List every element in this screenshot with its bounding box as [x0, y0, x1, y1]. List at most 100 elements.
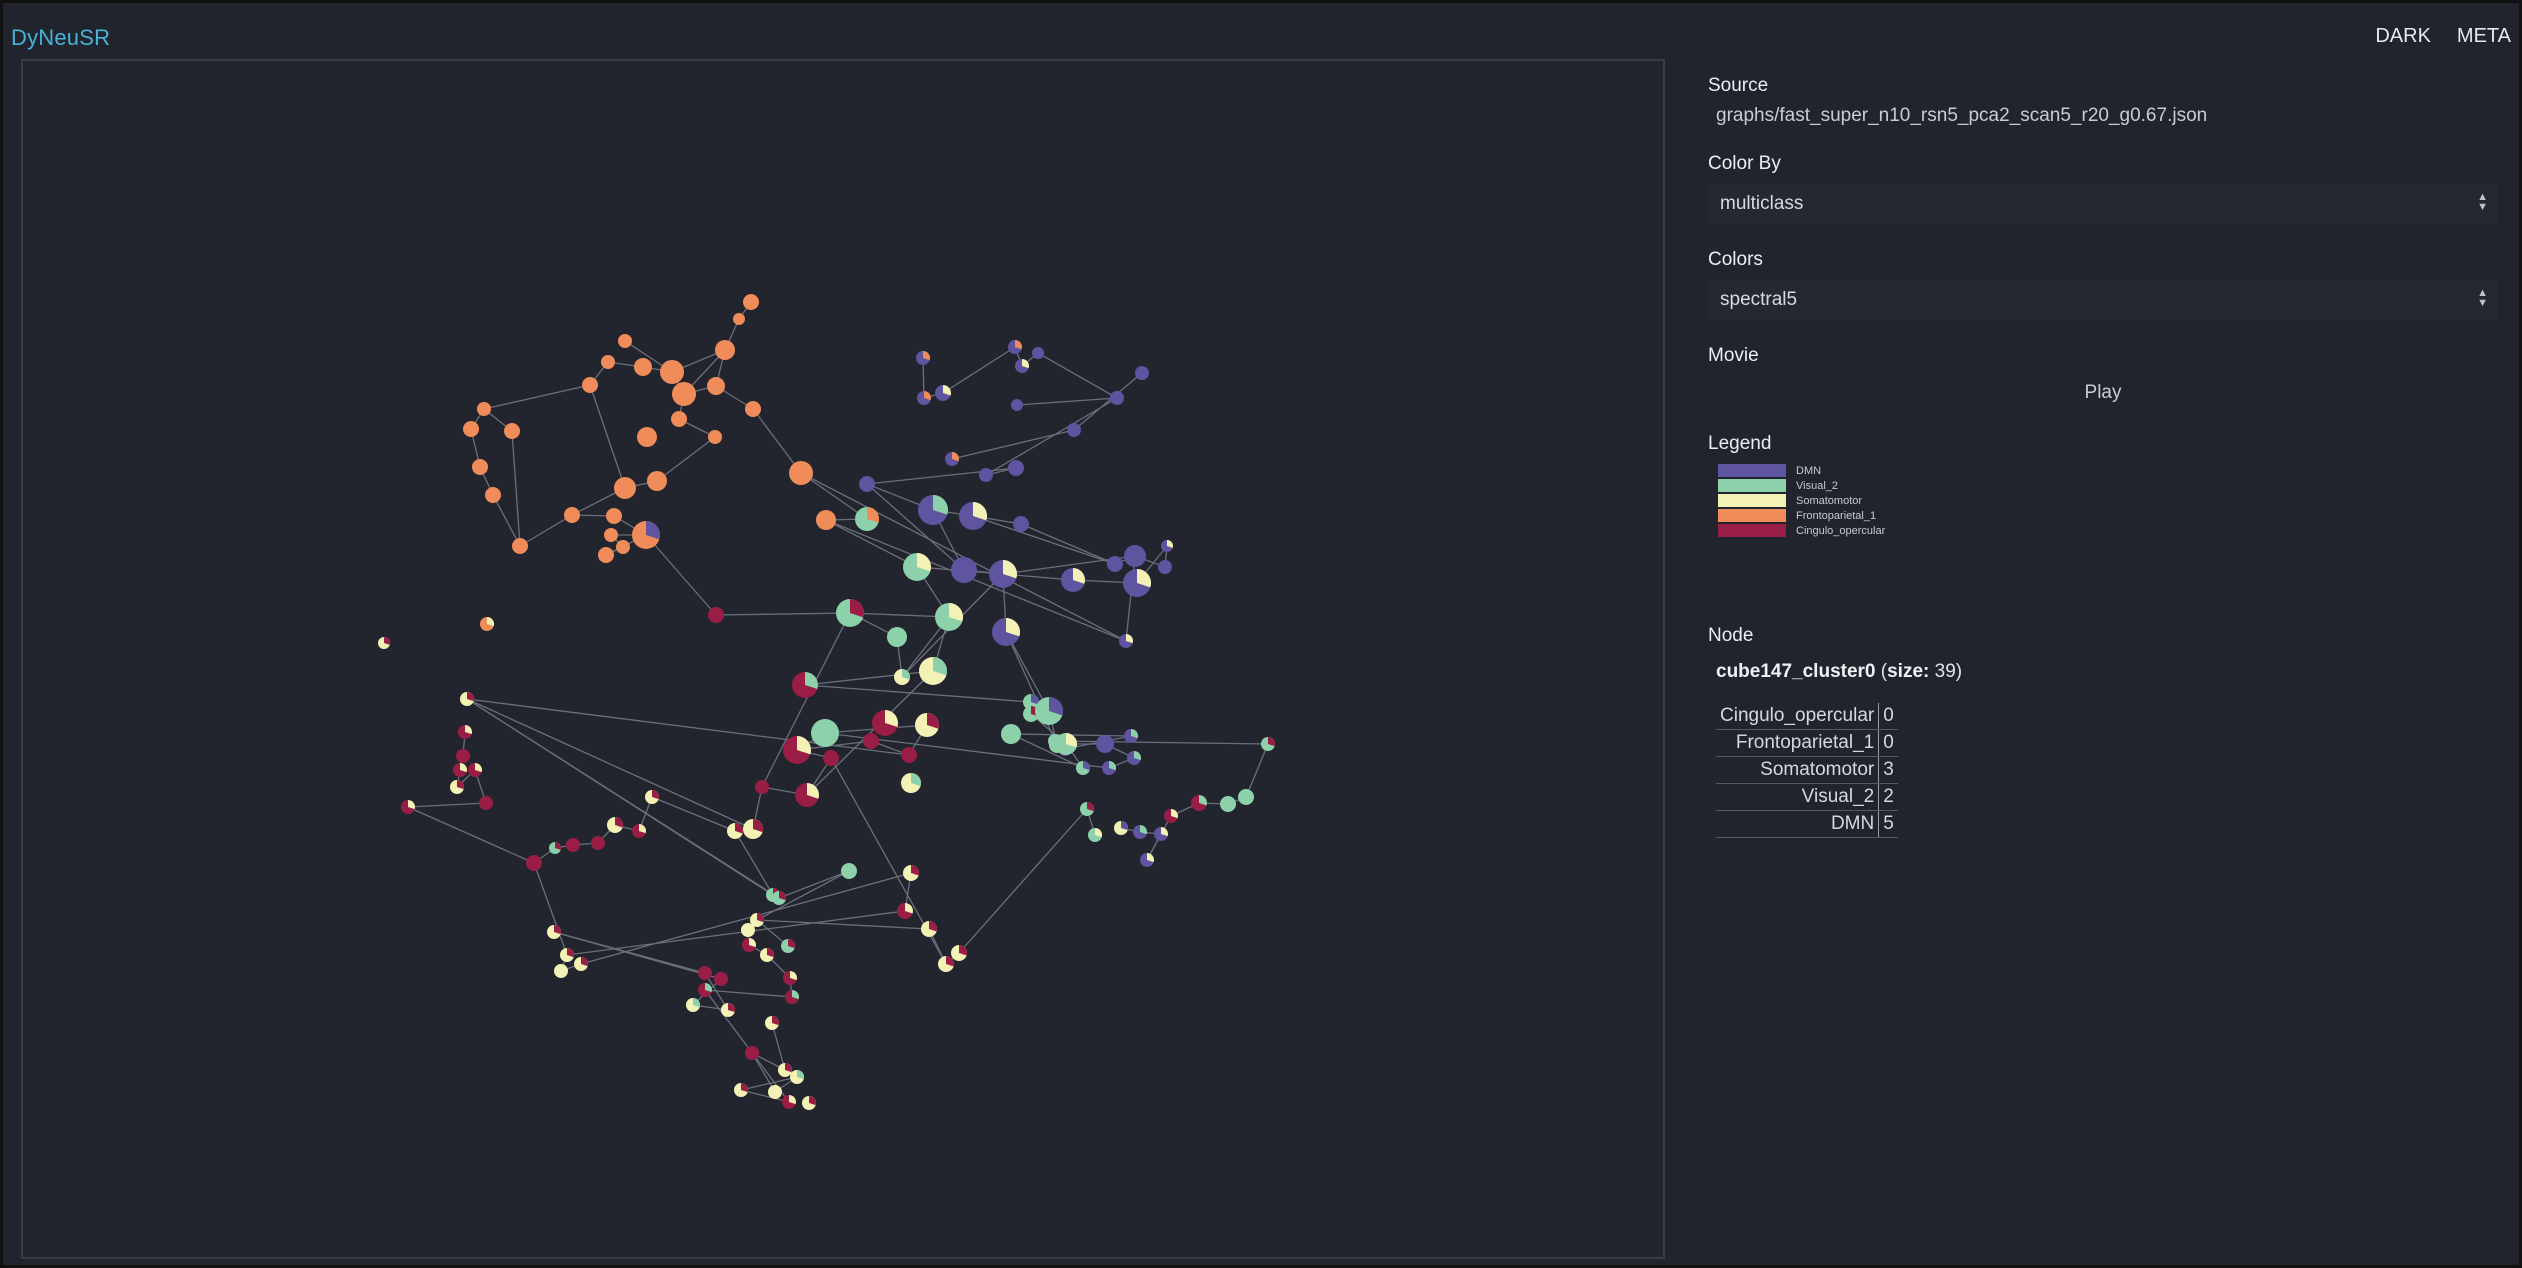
graph-node-circle[interactable]	[951, 557, 977, 583]
graph-node-circle[interactable]	[1032, 347, 1044, 359]
graph-node[interactable]	[645, 790, 660, 804]
graph-node[interactable]	[607, 817, 623, 833]
graph-node-circle[interactable]	[708, 430, 722, 444]
graph-node[interactable]	[894, 669, 910, 685]
graph-node[interactable]	[782, 1095, 796, 1109]
graph-node[interactable]	[727, 823, 743, 839]
graph-node-circle[interactable]	[741, 923, 755, 937]
graph-node[interactable]	[1158, 560, 1172, 574]
graph-node-circle[interactable]	[1013, 516, 1029, 532]
graph-node[interactable]	[582, 377, 598, 393]
graph-node[interactable]	[1220, 796, 1236, 812]
color-by-select[interactable]: multiclass ▲ ▼	[1708, 183, 2498, 225]
graph-node[interactable]	[768, 1085, 782, 1099]
graph-node[interactable]	[855, 507, 879, 531]
graph-node-circle[interactable]	[733, 313, 745, 325]
graph-node[interactable]	[456, 749, 470, 763]
graph-node[interactable]	[811, 719, 839, 747]
graph-node[interactable]	[1140, 853, 1154, 867]
graph-node-circle[interactable]	[859, 476, 875, 492]
graph-node[interactable]	[480, 617, 494, 631]
graph-node-circle[interactable]	[768, 1085, 782, 1099]
graph-node[interactable]	[733, 313, 745, 325]
graph-node[interactable]	[915, 713, 939, 737]
graph-node-circle[interactable]	[1096, 735, 1114, 753]
graph-node-circle[interactable]	[1067, 423, 1081, 437]
dark-mode-button[interactable]: DARK	[2375, 25, 2431, 48]
graph-node[interactable]	[637, 427, 657, 447]
graph-node[interactable]	[686, 997, 700, 1012]
graph-node[interactable]	[783, 971, 798, 985]
graph-node[interactable]	[916, 351, 931, 365]
graph-node[interactable]	[566, 838, 580, 852]
graph-node[interactable]	[935, 385, 951, 401]
graph-node[interactable]	[901, 747, 917, 763]
graph-node[interactable]	[1061, 568, 1085, 592]
graph-node[interactable]	[708, 607, 724, 623]
graph-node-circle[interactable]	[504, 423, 520, 439]
graph-node-circle[interactable]	[708, 607, 724, 623]
graph-node[interactable]	[698, 966, 712, 980]
graph-node[interactable]	[1161, 540, 1173, 552]
graph-node[interactable]	[783, 736, 812, 764]
graph-node[interactable]	[1080, 802, 1094, 816]
graph-node[interactable]	[463, 421, 479, 437]
graph-node-circle[interactable]	[485, 487, 501, 503]
graph-node[interactable]	[1107, 556, 1123, 572]
graph-node-circle[interactable]	[698, 966, 712, 980]
graph-node[interactable]	[841, 863, 857, 879]
graph-node-circle[interactable]	[1238, 789, 1254, 805]
graph-node[interactable]	[1076, 761, 1090, 775]
graph-node[interactable]	[707, 377, 725, 395]
graph-node[interactable]	[1008, 340, 1022, 354]
graph-node[interactable]	[802, 1096, 817, 1110]
graph-node-circle[interactable]	[554, 964, 568, 978]
graph-node-circle[interactable]	[601, 355, 615, 369]
graph-node-circle[interactable]	[566, 838, 580, 852]
graph-node[interactable]	[863, 733, 879, 749]
graph-node-circle[interactable]	[660, 360, 684, 384]
graph-node-circle[interactable]	[526, 855, 542, 871]
graph-node[interactable]	[616, 540, 630, 554]
graph-node-circle[interactable]	[1008, 460, 1024, 476]
graph-node[interactable]	[485, 487, 501, 503]
graph-node[interactable]	[921, 921, 937, 937]
graph-node[interactable]	[765, 1016, 780, 1030]
graph-node[interactable]	[1088, 828, 1102, 842]
graph-node[interactable]	[743, 294, 759, 310]
graph-node[interactable]	[823, 750, 839, 766]
graph-node[interactable]	[938, 956, 954, 972]
graph-node[interactable]	[772, 891, 787, 905]
graph-node[interactable]	[549, 842, 561, 854]
graph-node[interactable]	[591, 836, 605, 850]
graph-node[interactable]	[504, 423, 520, 439]
graph-node[interactable]	[453, 763, 467, 777]
graph-node-circle[interactable]	[1107, 556, 1123, 572]
colors-select[interactable]: spectral5 ▲ ▼	[1708, 279, 2498, 321]
graph-node-circle[interactable]	[1048, 734, 1062, 748]
graph-node[interactable]	[378, 637, 390, 649]
graph-node-circle[interactable]	[606, 508, 622, 524]
graph-node-circle[interactable]	[863, 733, 879, 749]
graph-node[interactable]	[836, 599, 865, 627]
network-graph[interactable]	[23, 61, 1667, 1261]
graph-node[interactable]	[897, 903, 913, 919]
graph-node-circle[interactable]	[604, 528, 618, 542]
graph-node[interactable]	[632, 824, 647, 838]
graph-node[interactable]	[479, 796, 493, 810]
graph-node[interactable]	[601, 355, 615, 369]
graph-node[interactable]	[1008, 460, 1024, 476]
graph-node[interactable]	[1127, 751, 1141, 765]
graph-node[interactable]	[715, 340, 735, 360]
graph-node[interactable]	[458, 725, 472, 739]
graph-node[interactable]	[708, 430, 722, 444]
graph-node[interactable]	[660, 360, 684, 384]
graph-node[interactable]	[647, 471, 667, 491]
graph-node[interactable]	[745, 1046, 759, 1060]
graph-node[interactable]	[574, 956, 589, 971]
graph-node[interactable]	[989, 560, 1017, 588]
graph-node-circle[interactable]	[634, 358, 652, 376]
graph-node[interactable]	[945, 452, 960, 466]
graph-node[interactable]	[790, 1070, 805, 1084]
graph-node[interactable]	[1048, 734, 1062, 748]
